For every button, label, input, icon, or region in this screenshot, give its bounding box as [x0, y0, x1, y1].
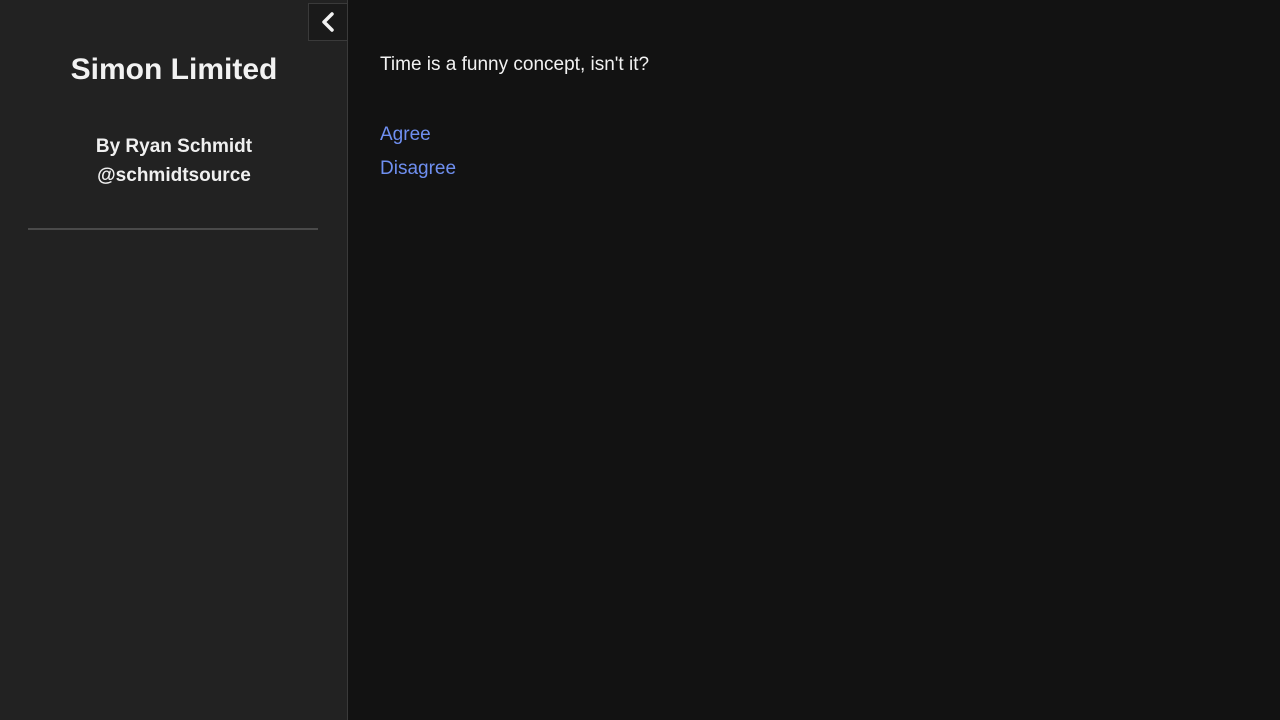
choice-link-agree[interactable]: Agree: [380, 118, 456, 152]
list-item: Agree: [380, 118, 456, 152]
story-title: Simon Limited: [70, 53, 278, 86]
sidebar-divider: [28, 228, 318, 230]
sidebar: Simon Limited By Ryan Schmidt @schmidtso…: [0, 0, 348, 720]
list-item: Disagree: [380, 152, 456, 186]
byline-author: By Ryan Schmidt: [95, 136, 253, 157]
chevron-left-icon: [322, 12, 334, 32]
story-byline: By Ryan Schmidt @schmidtsource: [0, 132, 348, 190]
collapse-sidebar-button[interactable]: [308, 3, 348, 41]
passage-area: Time is a funny concept, isn't it? Agree…: [349, 0, 1280, 720]
choice-list: Agree Disagree: [380, 118, 456, 186]
byline-handle: @schmidtsource: [97, 165, 251, 186]
choice-link-disagree[interactable]: Disagree: [380, 152, 456, 186]
passage-text: Time is a funny concept, isn't it?: [380, 54, 650, 75]
